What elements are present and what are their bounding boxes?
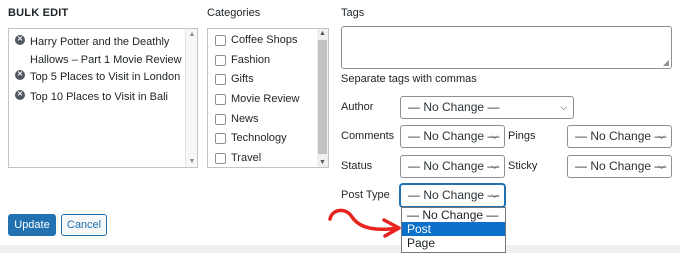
remove-post-icon[interactable]: ✕ [15,70,25,80]
sticky-select[interactable]: — No Change — ⌵ [567,155,672,178]
post-title: Top 5 Places to Visit in London [30,71,181,83]
post-title: Harry Potter and the Deathly Hallows – P… [30,36,182,66]
post-type-option[interactable]: — No Change — [402,208,505,222]
pings-select-value: — No Change — [575,129,667,143]
post-list-item: ✕ Harry Potter and the Deathly Hallows –… [15,33,190,69]
category-checkbox[interactable] [215,132,226,144]
comments-select-value: — No Change — [408,129,500,143]
scroll-down-icon[interactable]: ▼ [317,159,328,166]
scroll-up-icon[interactable]: ▲ [317,30,328,37]
category-label: Gifts [231,73,254,85]
category-checkbox[interactable] [215,54,226,66]
remove-post-icon[interactable]: ✕ [15,90,25,100]
sticky-label: Sticky [508,160,538,172]
scroll-up-icon[interactable]: ▲ [186,31,198,38]
post-type-select[interactable]: — No Change — ⌵ [400,184,505,207]
category-item[interactable]: Fashion [215,52,270,68]
post-type-dropdown: — No Change — Post Page [401,207,506,253]
chevron-down-icon: ⌵ [658,161,665,171]
post-type-option[interactable]: Page [402,236,505,250]
categories-heading: Categories [207,7,261,19]
category-checkbox[interactable] [215,152,226,164]
footer-band [0,245,680,253]
category-item[interactable]: Technology [215,130,287,146]
category-label: Technology [231,132,287,144]
status-label: Status [341,160,373,172]
comments-label: Comments [341,130,395,142]
scrollbar-thumb[interactable] [318,40,327,154]
post-title: Top 10 Places to Visit in Bali [30,91,168,103]
category-label: Travel [231,152,262,164]
chevron-down-icon: ⌵ [658,131,665,141]
author-select-value: — No Change — [408,100,500,114]
category-label: Movie Review [231,93,300,105]
category-checkbox[interactable] [215,34,226,46]
categories-scrollbar[interactable]: ▲ ▼ [317,29,328,167]
bulk-edit-heading: BULK EDIT [8,7,69,19]
tags-hint: Separate tags with commas [341,73,477,85]
category-label: Coffee Shops [231,34,298,46]
red-curved-arrow-icon [328,208,401,238]
category-item[interactable]: Coffee Shops [215,32,297,48]
chevron-down-icon: ⌵ [491,131,498,141]
chevron-down-icon: ⌵ [491,190,498,200]
chevron-down-icon: ⌵ [491,161,498,171]
status-select-value: — No Change — [408,159,500,173]
post-list-item: ✕ Top 5 Places to Visit in London [15,68,190,86]
resize-handle-icon[interactable]: ◢ [663,59,669,67]
category-checkbox[interactable] [215,73,226,85]
category-item[interactable]: News [215,111,259,127]
author-select[interactable]: — No Change — ⌵ [400,96,574,119]
tags-heading: Tags [341,7,365,19]
categories-list: Coffee Shops Fashion Gifts Movie Review … [207,28,329,168]
pings-label: Pings [508,130,536,142]
post-type-label: Post Type [341,189,390,201]
status-select[interactable]: — No Change — ⌵ [400,155,505,178]
category-item[interactable]: Travel [215,150,261,166]
author-label: Author [341,101,374,113]
pings-select[interactable]: — No Change — ⌵ [567,125,672,148]
sticky-select-value: — No Change — [575,159,667,173]
category-item[interactable]: Gifts [215,71,254,87]
post-list-item: ✕ Top 10 Places to Visit in Bali [15,88,190,106]
post-type-select-value: — No Change — [408,188,500,202]
cancel-button[interactable]: Cancel [61,214,107,236]
tags-textarea[interactable]: ◢ [341,26,672,69]
update-button[interactable]: Update [8,214,56,236]
category-checkbox[interactable] [215,93,226,105]
scroll-down-icon[interactable]: ▼ [186,158,198,165]
post-type-option[interactable]: Post [402,222,505,236]
category-item[interactable]: Movie Review [215,91,299,107]
chevron-down-icon: ⌵ [560,102,567,112]
comments-select[interactable]: — No Change — ⌵ [400,125,505,148]
category-label: Fashion [231,54,271,66]
post-list-scrollbar[interactable]: ▲ ▼ [185,29,197,167]
remove-post-icon[interactable]: ✕ [15,35,25,45]
post-list: ✕ Harry Potter and the Deathly Hallows –… [8,28,198,168]
category-checkbox[interactable] [215,113,226,125]
category-label: News [231,113,259,125]
